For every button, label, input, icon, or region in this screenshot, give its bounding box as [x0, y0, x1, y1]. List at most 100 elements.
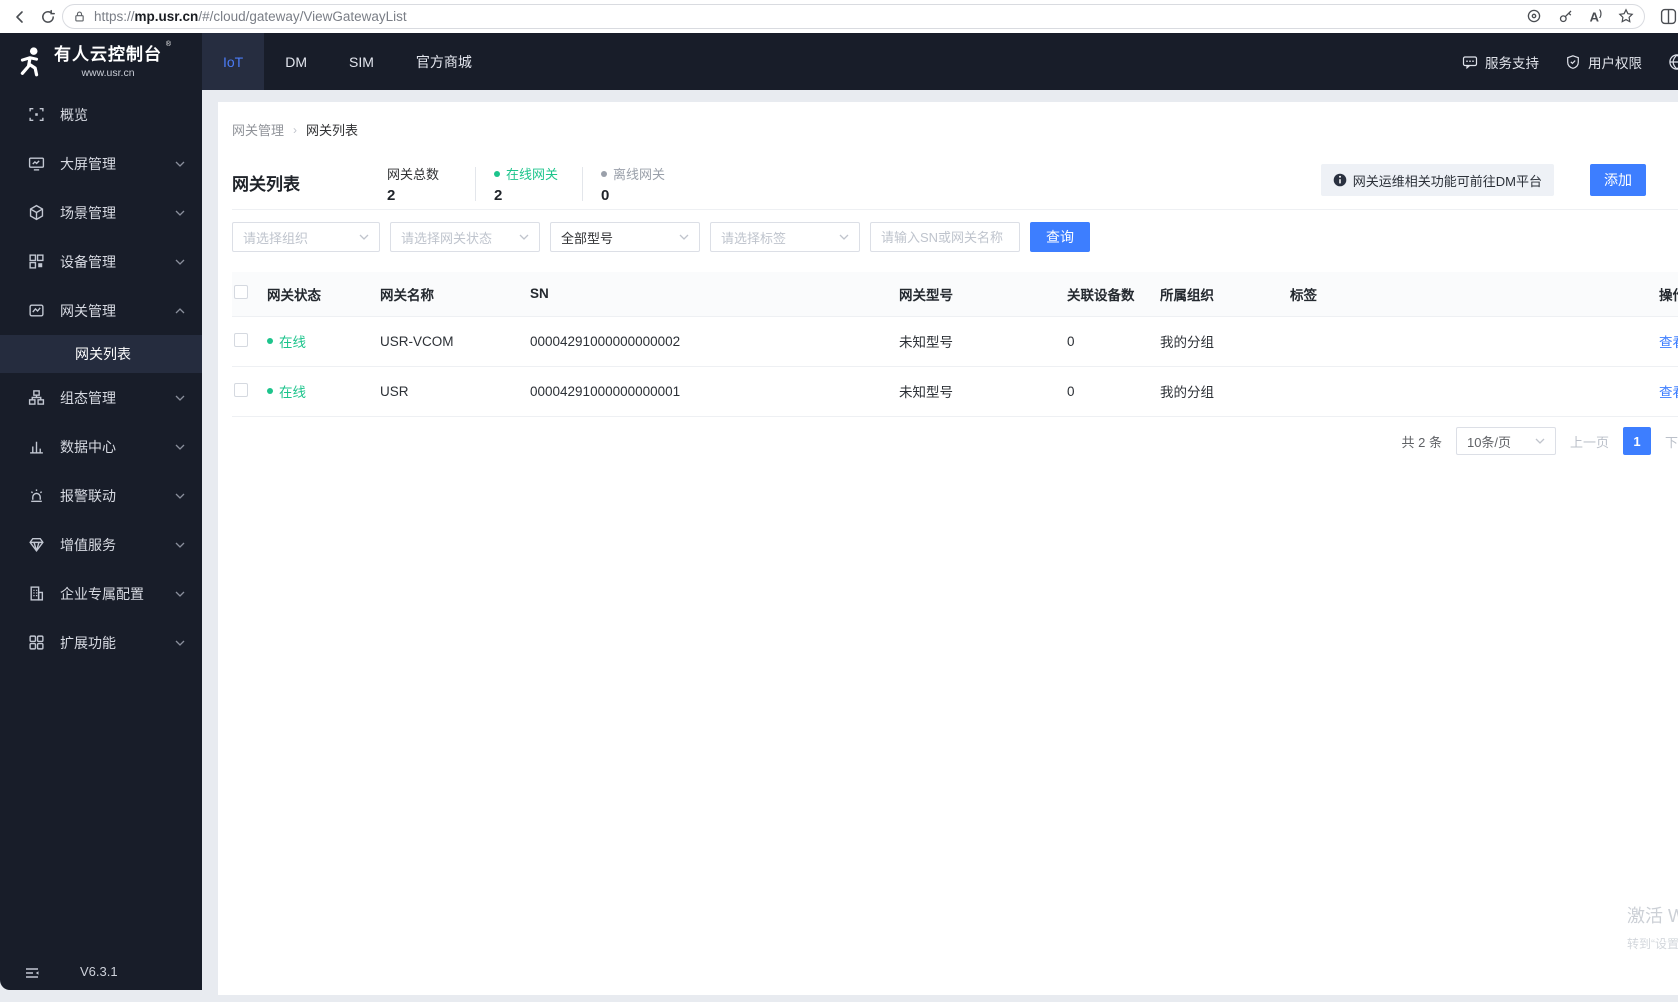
sidebar-item-scene[interactable]: 场景管理 [0, 188, 202, 237]
organization: 我的分组 [1158, 366, 1288, 417]
pagination: 共 2 条 10条/页 上一页 1 下一页 [1402, 427, 1678, 455]
info-icon [1333, 173, 1347, 187]
table-row: 在线 USR-VCOM 00004291000000000002 未知型号 0 … [232, 316, 1678, 367]
breadcrumb-item-gateway-mgmt[interactable]: 网关管理 [232, 120, 284, 139]
gateway-model: 未知型号 [897, 316, 1065, 367]
chevron-down-icon [175, 395, 185, 401]
model-select[interactable]: 全部型号 [550, 222, 700, 252]
view-link[interactable]: 查看 [1659, 385, 1678, 400]
user-permission-button[interactable]: 用户权限 [1565, 52, 1642, 72]
table-row: 在线 USR 00004291000000000001 未知型号 0 我的分组 … [232, 366, 1678, 417]
row-checkbox[interactable] [234, 382, 248, 397]
chevron-down-icon [175, 542, 185, 548]
tab-iot[interactable]: IoT [202, 33, 265, 90]
breadcrumb-separator: › [293, 122, 298, 137]
favorite-star-icon[interactable] [1618, 8, 1634, 24]
content-card: 网关管理 › 网关列表 网关列表 网关总数 2 在线网关 2 离线网关 0 网关… [218, 102, 1678, 995]
view-link[interactable]: 查看 [1659, 335, 1678, 350]
sidebar-label: 扩展功能 [60, 634, 116, 651]
chevron-down-icon [175, 259, 185, 265]
tag [1288, 316, 1657, 367]
online-dot-icon [494, 170, 500, 177]
sidebar-item-overview[interactable]: 概览 [0, 90, 202, 139]
overview-icon [29, 107, 44, 122]
sidebar-label: 企业专属配置 [60, 585, 144, 602]
col-organization: 所属组织 [1158, 272, 1288, 317]
password-key-icon[interactable] [1558, 8, 1574, 24]
stat-divider [475, 167, 476, 201]
next-page-button[interactable]: 下一页 [1665, 432, 1678, 451]
app-header: 有人云控制台 ® www.usr.cn IoT DM SIM 官方商城 服务支持… [0, 33, 1678, 90]
stat-total: 网关总数 2 [387, 164, 457, 204]
gateway-model: 未知型号 [897, 366, 1065, 417]
tab-mall[interactable]: 官方商城 [395, 33, 493, 90]
sidebar-item-gateway[interactable]: 网关管理 [0, 286, 202, 335]
scene-icon [29, 204, 44, 221]
tab-dm[interactable]: DM [264, 33, 328, 90]
stat-total-value: 2 [387, 187, 396, 204]
address-bar[interactable]: https://mp.usr.cn/#/cloud/gateway/ViewGa… [62, 4, 1645, 29]
brand-logo[interactable]: 有人云控制台 ® www.usr.cn [0, 33, 202, 90]
query-button[interactable]: 查询 [1030, 222, 1090, 252]
col-gateway-status: 网关状态 [265, 272, 378, 317]
device-icon [29, 254, 44, 269]
chevron-down-icon [175, 591, 185, 597]
sidebar-label: 报警联动 [60, 487, 116, 504]
gateway-icon [29, 304, 44, 317]
read-aloud-icon[interactable]: A) [1590, 8, 1602, 24]
sn-search-input[interactable] [870, 222, 1020, 252]
browser-extra-icon[interactable] [1660, 8, 1677, 25]
lock-icon [75, 11, 84, 22]
add-gateway-button[interactable]: 添加 [1590, 164, 1646, 196]
col-model: 网关型号 [897, 272, 1065, 317]
browser-refresh-icon[interactable] [40, 9, 56, 25]
tab-sim[interactable]: SIM [328, 33, 395, 90]
current-page-button[interactable]: 1 [1622, 427, 1651, 455]
sidebar-subitem-gateway-list[interactable]: 网关列表 [0, 335, 202, 373]
stat-online-value: 2 [494, 187, 503, 204]
building-icon [30, 586, 44, 601]
model-select-value: 全部型号 [561, 230, 614, 246]
sidebar-item-enterprise[interactable]: 企业专属配置 [0, 569, 202, 618]
collapse-menu-icon[interactable] [24, 965, 40, 981]
browser-toolbar: https://mp.usr.cn/#/cloud/gateway/ViewGa… [0, 0, 1678, 33]
prev-page-button[interactable]: 上一页 [1570, 432, 1609, 451]
sidebar-item-extensions[interactable]: 扩展功能 [0, 618, 202, 667]
stat-online-label: 在线网关 [506, 167, 559, 182]
tag-select[interactable]: 请选择标签 [710, 222, 860, 252]
tracking-prevention-icon[interactable] [1526, 8, 1542, 24]
grid-icon [29, 635, 44, 650]
chevron-down-icon [175, 493, 185, 499]
gateway-stats: 网关总数 2 在线网关 2 离线网关 0 [387, 164, 671, 204]
breadcrumb-item-gateway-list: 网关列表 [306, 123, 359, 138]
dm-notice-banner: 网关运维相关功能可前往DM平台 [1320, 164, 1554, 196]
stat-divider [582, 167, 583, 201]
sidebar-label: 数据中心 [60, 438, 116, 455]
sidebar-label: 场景管理 [60, 204, 116, 221]
gateway-name: USR [378, 366, 528, 417]
gateway-status-select[interactable]: 请选择网关状态 [390, 222, 540, 252]
globe-icon[interactable] [1668, 53, 1678, 71]
chevron-down-icon [175, 210, 185, 216]
sidebar-label: 增值服务 [60, 536, 116, 553]
chevron-down-icon [839, 234, 849, 240]
col-sn: SN [528, 272, 897, 317]
gateway-name: USR-VCOM [378, 316, 528, 367]
sidebar-item-datacenter[interactable]: 数据中心 [0, 422, 202, 471]
sidebar-item-alarm[interactable]: 报警联动 [0, 471, 202, 520]
page-size-select[interactable]: 10条/页 [1455, 427, 1556, 455]
browser-back-icon[interactable] [12, 9, 28, 25]
sidebar-item-configuration[interactable]: 组态管理 [0, 373, 202, 422]
sidebar-item-value-added[interactable]: 增值服务 [0, 520, 202, 569]
sidebar-item-device[interactable]: 设备管理 [0, 237, 202, 286]
stat-offline: 离线网关 0 [601, 164, 671, 204]
select-all-checkbox[interactable] [234, 285, 248, 300]
device-count: 0 [1065, 366, 1158, 417]
sidebar-item-bigscreen[interactable]: 大屏管理 [0, 139, 202, 188]
service-support-button[interactable]: 服务支持 [1462, 52, 1539, 72]
chevron-up-icon [175, 307, 185, 313]
org-select[interactable]: 请选择组织 [232, 222, 380, 252]
row-checkbox[interactable] [234, 332, 248, 347]
sidebar-label: 概览 [60, 106, 88, 123]
stat-offline-value: 0 [601, 187, 610, 204]
